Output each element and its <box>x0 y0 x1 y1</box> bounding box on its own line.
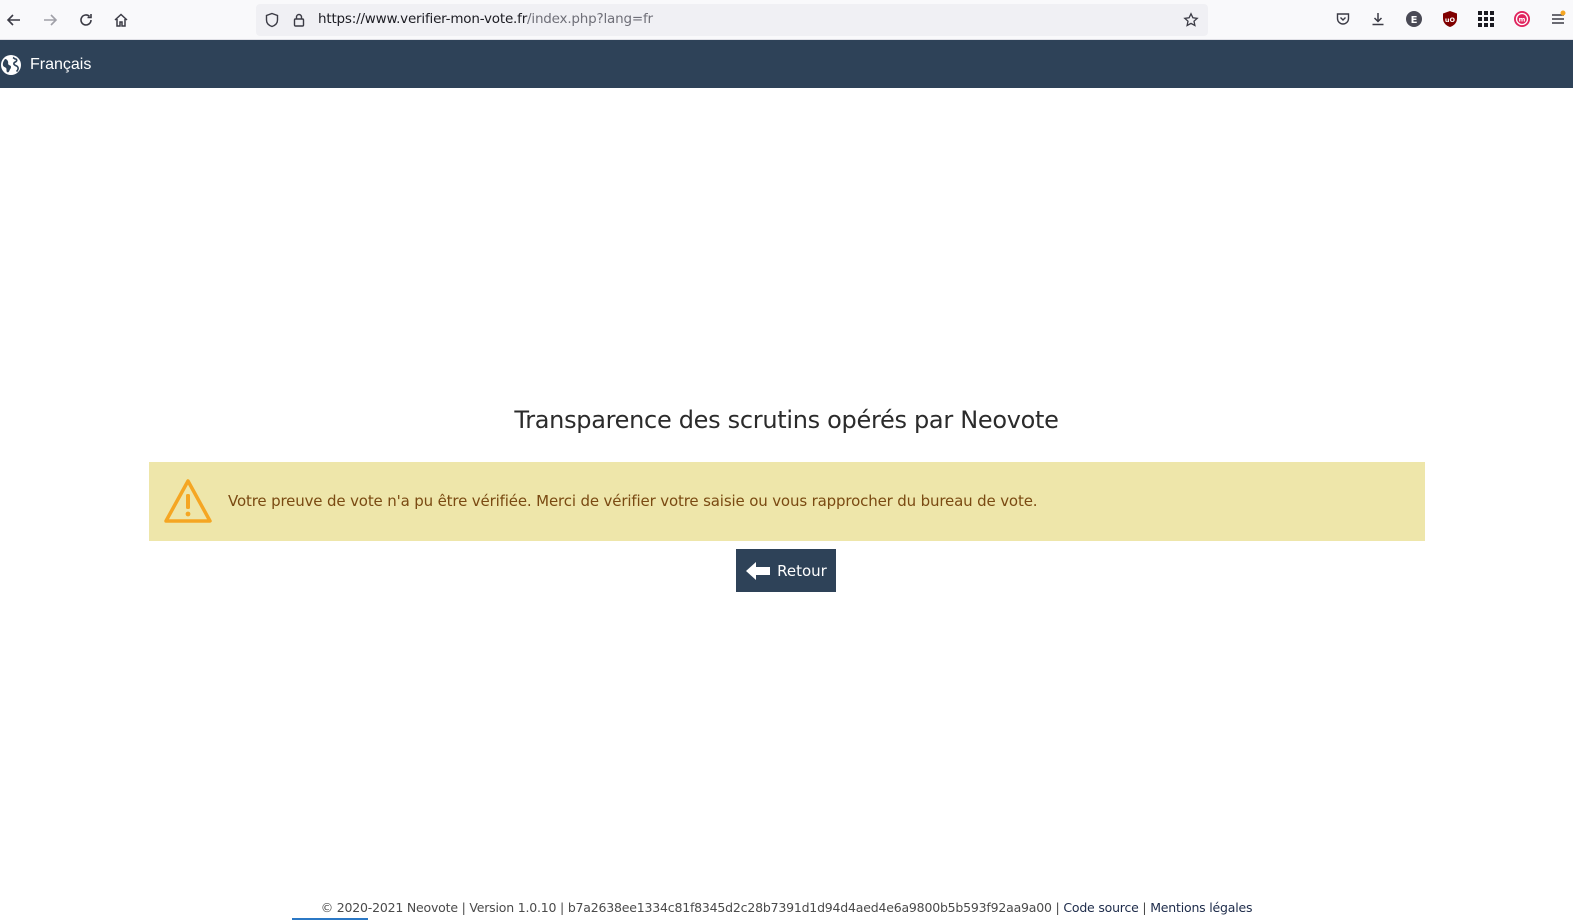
site-navbar: Français <box>0 40 1573 88</box>
back-button-label: Retour <box>777 561 827 580</box>
scroll-indicator <box>292 918 368 920</box>
download-icon[interactable] <box>1368 9 1388 29</box>
browser-toolbar: https://www.verifier-mon-vote.fr/index.p… <box>0 0 1573 40</box>
footer-separator: | <box>1142 900 1147 915</box>
warning-triangle-icon <box>163 478 213 524</box>
home-icon[interactable] <box>107 6 135 34</box>
back-arrow-icon[interactable] <box>0 6 28 34</box>
lock-icon[interactable] <box>290 11 308 29</box>
url-path: /index.php?lang=fr <box>527 11 653 27</box>
shield-icon[interactable] <box>263 11 281 29</box>
arrow-left-icon <box>745 561 771 581</box>
url-domain: https://www.verifier-mon-vote.fr <box>318 11 528 27</box>
reload-icon[interactable] <box>72 6 100 34</box>
pocket-icon[interactable] <box>1333 9 1353 29</box>
menu-icon[interactable] <box>1548 9 1568 29</box>
source-code-link[interactable]: Code source <box>1063 900 1138 915</box>
language-selector[interactable]: Français <box>0 52 91 78</box>
svg-text:m: m <box>1519 16 1526 24</box>
ublock-icon[interactable]: uO <box>1440 9 1460 29</box>
apps-grid-icon[interactable] <box>1476 9 1496 29</box>
legal-notice-link[interactable]: Mentions légales <box>1150 900 1252 915</box>
svg-text:uO: uO <box>1445 16 1456 24</box>
alert-message: Votre preuve de vote n'a pu être vérifié… <box>228 492 1038 510</box>
globe-icon <box>0 54 22 76</box>
warning-alert: Votre preuve de vote n'a pu être vérifié… <box>149 462 1425 541</box>
language-label: Français <box>30 56 92 73</box>
extension-e-icon[interactable]: E <box>1404 9 1424 29</box>
extension-m-icon[interactable]: m <box>1512 9 1532 29</box>
bookmark-star-icon[interactable] <box>1182 11 1200 29</box>
footer: © 2020-2021 Neovote | Version 1.0.10 | b… <box>0 900 1573 915</box>
forward-arrow-icon[interactable] <box>36 6 64 34</box>
footer-copyright: © 2020-2021 Neovote | Version 1.0.10 | b… <box>320 900 1060 915</box>
address-bar[interactable]: https://www.verifier-mon-vote.fr/index.p… <box>256 4 1208 36</box>
back-button[interactable]: Retour <box>736 549 836 592</box>
page-title: Transparence des scrutins opérés par Neo… <box>514 406 1059 434</box>
url-text[interactable]: https://www.verifier-mon-vote.fr/index.p… <box>318 11 653 27</box>
svg-text:E: E <box>1411 15 1418 26</box>
